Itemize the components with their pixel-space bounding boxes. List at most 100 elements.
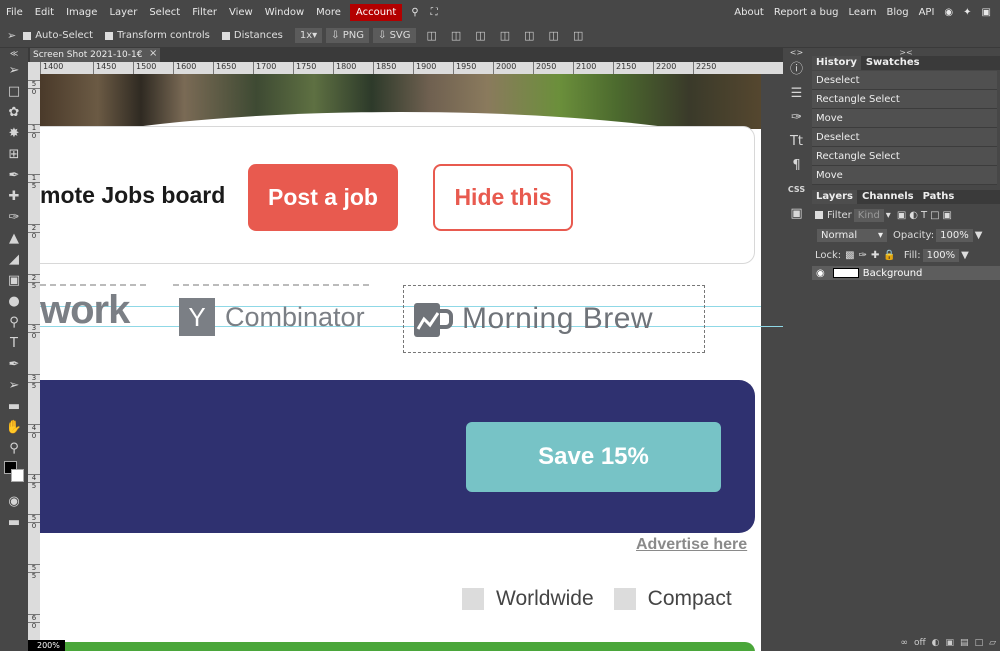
layer-row-background[interactable]: ◉ Background xyxy=(812,266,1000,280)
move-tool-icon[interactable]: ➢ xyxy=(0,60,28,81)
facebook-icon[interactable]: ▣ xyxy=(977,7,996,18)
layer-filter-icons[interactable]: ▣◐T□▣ xyxy=(897,210,955,221)
lock-icons[interactable]: ▩✑✚🔒 xyxy=(845,250,900,261)
document-tab[interactable]: Screen Shot 2021-10-1€ xyxy=(30,48,160,62)
fullscreen-icon[interactable]: ⛶ xyxy=(425,7,444,18)
align-left-icon[interactable]: ◫ xyxy=(427,29,437,42)
align-bottom-icon[interactable]: ◫ xyxy=(549,29,559,42)
tab-layers[interactable]: Layers xyxy=(812,190,857,204)
new-layer-icon[interactable]: □ xyxy=(975,638,984,648)
worldwide-checkbox[interactable] xyxy=(462,588,484,610)
distances-checkbox[interactable]: Distances xyxy=(221,30,283,41)
history-item[interactable]: Deselect xyxy=(812,128,997,147)
triangle-down-icon[interactable]: ▼ xyxy=(975,230,983,241)
brush-settings-icon[interactable]: ✑ xyxy=(783,106,810,130)
collapse-icon[interactable]: ≪ xyxy=(0,48,28,60)
menu-more[interactable]: More xyxy=(310,7,347,18)
post-job-button[interactable]: Post a job xyxy=(248,164,398,231)
history-item[interactable]: Rectangle Select xyxy=(812,147,997,166)
menu-layer[interactable]: Layer xyxy=(103,7,143,18)
info-icon[interactable]: ⓘ xyxy=(783,58,810,82)
hand-tool-icon[interactable]: ✋ xyxy=(0,417,28,438)
stamp-tool-icon[interactable]: ▲ xyxy=(0,228,28,249)
export-svg-button[interactable]: ⇩ SVG xyxy=(372,28,416,43)
menu-filter[interactable]: Filter xyxy=(186,7,223,18)
eraser-tool-icon[interactable]: ◢ xyxy=(0,249,28,270)
link-learn[interactable]: Learn xyxy=(844,7,882,18)
reddit-icon[interactable]: ◉ xyxy=(939,7,958,18)
kind-select[interactable]: Kind xyxy=(853,208,884,222)
color-swatches-icon[interactable] xyxy=(0,461,28,491)
account-button[interactable]: Account xyxy=(349,3,403,21)
crop-tool-icon[interactable]: ⊞ xyxy=(0,144,28,165)
lasso-tool-icon[interactable]: ✿ xyxy=(0,102,28,123)
pen-tool-icon[interactable]: ✒ xyxy=(0,354,28,375)
blend-mode-select[interactable]: Normal ▾ xyxy=(817,228,887,242)
tab-history[interactable]: History xyxy=(812,56,861,70)
twitter-icon[interactable]: ✦ xyxy=(958,7,976,18)
eye-icon[interactable]: ◉ xyxy=(816,268,825,279)
zoom-tool-icon[interactable]: ⚲ xyxy=(0,438,28,459)
eyedropper-icon[interactable]: ✒ xyxy=(0,165,28,186)
transform-controls-checkbox[interactable]: Transform controls xyxy=(105,30,210,41)
expand-icon[interactable]: <> xyxy=(783,48,810,58)
character-icon[interactable]: Tt xyxy=(783,130,810,154)
folder-icon[interactable]: ▤ xyxy=(960,638,969,648)
advertise-link[interactable]: Advertise here xyxy=(636,536,747,554)
blur-tool-icon[interactable]: ● xyxy=(0,291,28,312)
align-middle-icon[interactable]: ◫ xyxy=(524,29,534,42)
align-center-icon[interactable]: ◫ xyxy=(451,29,461,42)
filter-checkbox[interactable] xyxy=(815,211,823,219)
fill-input[interactable]: 100% xyxy=(922,248,960,262)
save-15-button[interactable]: Save 15% xyxy=(466,422,721,492)
history-item[interactable]: Move xyxy=(812,109,997,128)
text-tool-icon[interactable]: T xyxy=(0,333,28,354)
screen-mode-icon[interactable]: ▬ xyxy=(0,512,28,533)
magic-wand-icon[interactable]: ✸ xyxy=(0,123,28,144)
menu-file[interactable]: File xyxy=(0,7,29,18)
history-item[interactable]: Deselect xyxy=(812,71,997,90)
close-icon[interactable]: × xyxy=(149,48,157,59)
adjustments-icon[interactable]: ☰ xyxy=(783,82,810,106)
menu-image[interactable]: Image xyxy=(60,7,103,18)
align-right-icon[interactable]: ◫ xyxy=(475,29,485,42)
menu-view[interactable]: View xyxy=(223,7,259,18)
menu-edit[interactable]: Edit xyxy=(29,7,60,18)
trash-icon[interactable]: ▱ xyxy=(989,638,996,648)
export-png-button[interactable]: ⇩ PNG xyxy=(326,28,369,43)
search-icon[interactable]: ⚲ xyxy=(405,7,424,18)
compact-checkbox[interactable] xyxy=(613,588,636,610)
menu-select[interactable]: Select xyxy=(143,7,186,18)
image-icon[interactable]: ▣ xyxy=(783,202,810,226)
gradient-tool-icon[interactable]: ▣ xyxy=(0,270,28,291)
paragraph-icon[interactable]: ¶ xyxy=(783,154,810,178)
brush-tool-icon[interactable]: ✑ xyxy=(0,207,28,228)
tab-channels[interactable]: Channels xyxy=(858,190,918,204)
link-api[interactable]: API xyxy=(914,7,940,18)
menu-window[interactable]: Window xyxy=(259,7,310,18)
tab-paths[interactable]: Paths xyxy=(918,190,959,204)
quick-mask-icon[interactable]: ◉ xyxy=(0,491,28,512)
link-report-bug[interactable]: Report a bug xyxy=(769,7,844,18)
adjustment-icon[interactable]: ◐ xyxy=(932,638,940,648)
triangle-down-icon[interactable]: ▼ xyxy=(961,250,969,261)
path-select-icon[interactable]: ➢ xyxy=(0,375,28,396)
hide-this-button[interactable]: Hide this xyxy=(433,164,573,231)
auto-select-checkbox[interactable]: Auto-Select xyxy=(23,30,93,41)
tab-swatches[interactable]: Swatches xyxy=(861,56,924,70)
history-item[interactable]: Move xyxy=(812,166,997,185)
align-top-icon[interactable]: ◫ xyxy=(500,29,510,42)
css-icon[interactable]: CSS xyxy=(783,178,810,202)
effects-toggle[interactable]: off xyxy=(914,638,926,648)
dodge-tool-icon[interactable]: ⚲ xyxy=(0,312,28,333)
marquee-tool-icon[interactable]: □ xyxy=(0,81,28,102)
link-about[interactable]: About xyxy=(729,7,769,18)
link-blog[interactable]: Blog xyxy=(881,7,913,18)
mask-icon[interactable]: ▣ xyxy=(946,638,955,648)
history-item[interactable]: Rectangle Select xyxy=(812,90,997,109)
distribute-icon[interactable]: ◫ xyxy=(573,29,583,42)
zoom-select[interactable]: 1x ▾ xyxy=(294,28,323,43)
opacity-input[interactable]: 100% xyxy=(936,228,973,242)
shape-tool-icon[interactable]: ▬ xyxy=(0,396,28,417)
canvas[interactable]: mote Jobs board Post a job Hide this wor… xyxy=(40,74,761,651)
